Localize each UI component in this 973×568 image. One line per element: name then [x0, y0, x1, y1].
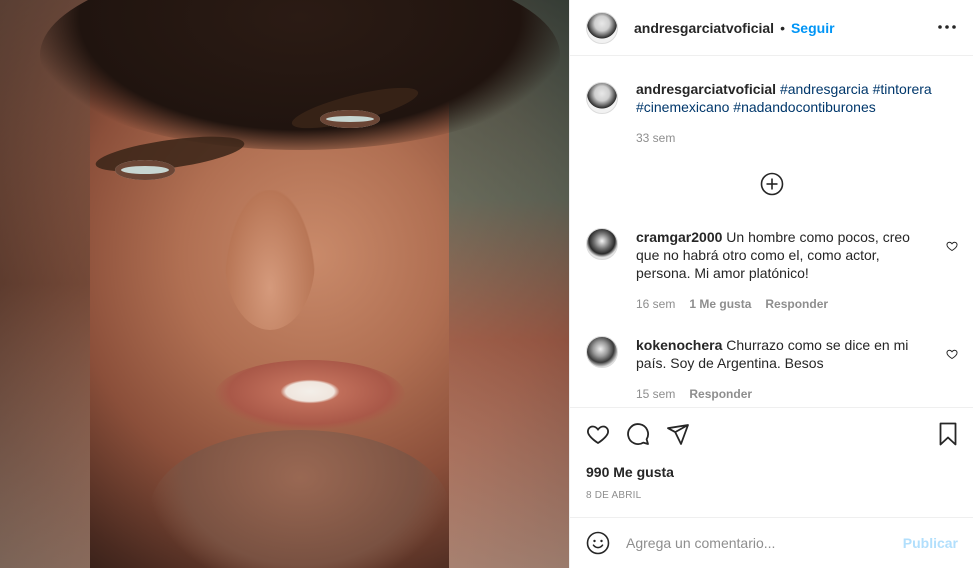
publish-button[interactable]: Publicar: [903, 535, 958, 551]
commenter-avatar[interactable]: [586, 228, 618, 260]
follow-button[interactable]: Seguir: [791, 20, 835, 36]
comment-actions: 16 sem 1 Me gusta Responder: [636, 295, 936, 313]
comment-time[interactable]: 15 sem: [636, 385, 675, 403]
caption-text: andresgarciatvoficial #andresgarcia #tin…: [636, 80, 956, 147]
more-icon[interactable]: [936, 16, 958, 38]
hashtag-link[interactable]: #cinemexicano: [636, 99, 729, 115]
comment-item: kokenochera Churrazo como se dice en mi …: [586, 336, 958, 403]
like-count[interactable]: 990 Me gusta: [586, 464, 674, 480]
reply-button[interactable]: Responder: [765, 295, 828, 313]
post-side-panel: andresgarciatvoficial • Seguir andresgar…: [569, 0, 973, 568]
image-eye-right: [320, 110, 380, 128]
comment-time[interactable]: 16 sem: [636, 295, 675, 313]
hashtag-link[interactable]: #andresgarcia: [780, 81, 869, 97]
commenter-username[interactable]: cramgar2000: [636, 229, 722, 245]
emoji-icon[interactable]: [586, 531, 610, 555]
add-comment-bar: Publicar: [570, 517, 973, 568]
comment-likes[interactable]: 1 Me gusta: [689, 295, 751, 313]
author-avatar[interactable]: [586, 11, 618, 44]
post-action-bar: 990 Me gusta 8 DE ABRIL: [570, 407, 973, 517]
comment-item: cramgar2000 Un hombre como pocos, creo q…: [586, 228, 958, 313]
comment-actions: 15 sem Responder: [636, 385, 936, 403]
post-image[interactable]: [0, 0, 569, 568]
action-icons: [586, 422, 690, 446]
caption-author-avatar[interactable]: [586, 82, 618, 114]
image-mouth: [215, 360, 405, 430]
caption-author[interactable]: andresgarciatvoficial: [636, 81, 776, 97]
caption-time[interactable]: 33 sem: [636, 129, 956, 147]
post-caption: andresgarciatvoficial #andresgarcia #tin…: [586, 80, 958, 147]
bookmark-icon[interactable]: [936, 422, 960, 446]
comment-like-heart-icon[interactable]: [946, 348, 958, 360]
image-chin: [150, 430, 450, 568]
comment-body: cramgar2000 Un hombre como pocos, creo q…: [636, 228, 936, 313]
load-more-comments-button[interactable]: [760, 172, 784, 196]
post-date: 8 DE ABRIL: [586, 490, 642, 501]
commenter-username[interactable]: kokenochera: [636, 337, 722, 353]
comment-body: kokenochera Churrazo como se dice en mi …: [636, 336, 936, 403]
author-username[interactable]: andresgarciatvoficial: [634, 20, 774, 36]
image-eye-left: [115, 160, 175, 180]
image-nose: [225, 190, 315, 330]
comment-icon[interactable]: [626, 422, 650, 446]
commenter-avatar[interactable]: [586, 336, 618, 368]
reply-button[interactable]: Responder: [689, 385, 752, 403]
comment-input[interactable]: [626, 535, 903, 551]
share-icon[interactable]: [666, 422, 690, 446]
hashtag-link[interactable]: #nadandocontiburones: [733, 99, 875, 115]
separator-dot: •: [780, 19, 785, 36]
comment-like-heart-icon[interactable]: [946, 240, 958, 252]
post-header: andresgarciatvoficial • Seguir: [570, 0, 973, 56]
plus-circle-icon: [760, 172, 784, 196]
hashtag-link[interactable]: #tintorera: [873, 81, 932, 97]
heart-icon[interactable]: [586, 422, 610, 446]
